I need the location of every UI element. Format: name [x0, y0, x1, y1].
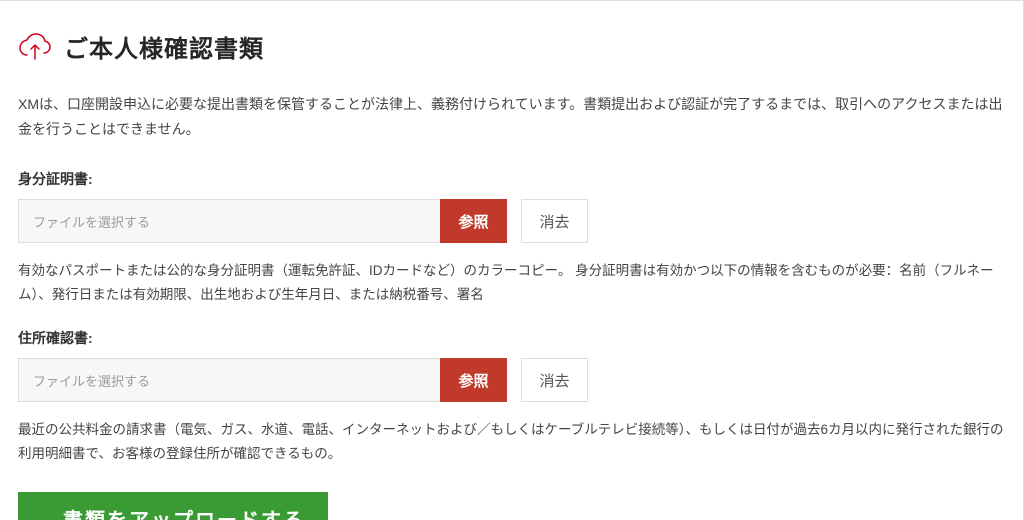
intro-text: XMは、口座開設申込に必要な提出書類を保管することが法律上、義務付けられています…	[18, 92, 1005, 141]
address-file-input[interactable]: ファイルを選択する	[18, 358, 440, 402]
address-note: 最近の公共料金の請求書（電気、ガス、水道、電話、インターネットおよび／もしくはケ…	[18, 418, 1005, 465]
identity-field-block: 身分証明書: ファイルを選択する 参照 消去 有効なパスポートまたは公的な身分証…	[18, 169, 1005, 306]
upload-documents-button[interactable]: 書類をアップロードする	[18, 492, 328, 520]
identity-clear-button[interactable]: 消去	[521, 199, 588, 243]
document-upload-panel: ご本人様確認書類 XMは、口座開設申込に必要な提出書類を保管することが法律上、義…	[0, 0, 1024, 520]
address-label: 住所確認書:	[18, 328, 1005, 348]
upload-icon	[18, 30, 52, 64]
page-title: ご本人様確認書類	[64, 29, 264, 64]
address-clear-button[interactable]: 消去	[521, 358, 588, 402]
address-browse-button[interactable]: 参照	[440, 358, 507, 402]
identity-browse-button[interactable]: 参照	[440, 199, 507, 243]
panel-header: ご本人様確認書類	[18, 29, 1005, 64]
identity-note: 有効なパスポートまたは公的な身分証明書（運転免許証、IDカードなど）のカラーコピ…	[18, 259, 1005, 306]
address-file-row: ファイルを選択する 参照 消去	[18, 358, 1005, 402]
identity-file-row: ファイルを選択する 参照 消去	[18, 199, 1005, 243]
submit-row: 書類をアップロードする	[18, 492, 1005, 520]
identity-label: 身分証明書:	[18, 169, 1005, 189]
identity-file-input[interactable]: ファイルを選択する	[18, 199, 440, 243]
address-field-block: 住所確認書: ファイルを選択する 参照 消去 最近の公共料金の請求書（電気、ガス…	[18, 328, 1005, 465]
